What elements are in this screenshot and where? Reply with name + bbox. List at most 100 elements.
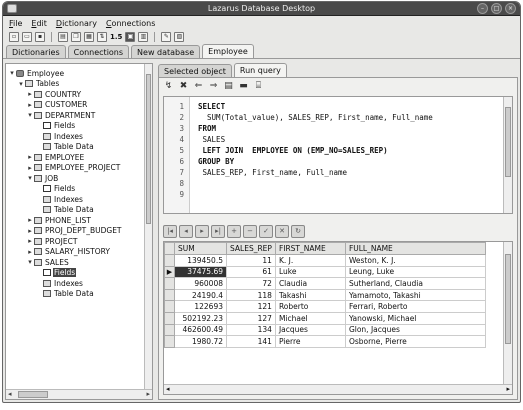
tab-run-query[interactable]: Run query bbox=[233, 63, 287, 77]
table-cell[interactable]: 72 bbox=[226, 277, 276, 290]
cancel-edit-icon[interactable]: ✕ bbox=[275, 224, 289, 238]
table-row[interactable]: 139450.5 11 K. J. Weston, K. J. bbox=[164, 254, 486, 267]
table-cell[interactable]: Luke bbox=[274, 265, 346, 279]
object-tree[interactable]: ▾ Employee ▾ Tables ▸ COUNTRY ▸ CUSTOMER ▾ DEPART… bbox=[6, 64, 144, 389]
editor-vertical-scrollbar[interactable] bbox=[503, 97, 512, 213]
tree-horizontal-scrollbar[interactable]: ◂ ▸ bbox=[6, 389, 152, 399]
table-cell[interactable]: 61 bbox=[226, 265, 276, 279]
tree-node[interactable]: ▸ PROJ_DEPT_BUDGET bbox=[6, 226, 144, 237]
code-line[interactable]: 2 SUM(Total_value), SALES_REP, First_nam… bbox=[164, 112, 502, 123]
column-header[interactable]: SUM bbox=[174, 242, 227, 255]
grid-vertical-scrollbar[interactable] bbox=[503, 242, 512, 384]
table-cell[interactable]: 502192.23 bbox=[174, 311, 227, 325]
expand-icon[interactable]: ▸ bbox=[26, 237, 34, 245]
expand-icon[interactable]: ▸ bbox=[26, 227, 34, 235]
expand-icon[interactable]: ▸ bbox=[26, 153, 34, 161]
tree-node[interactable]: ▸ EMPLOYEE_PROJECT bbox=[6, 163, 144, 174]
editor-result-splitter[interactable] bbox=[163, 218, 513, 221]
title-bar[interactable]: Lazarus Database Desktop – □ × bbox=[3, 2, 520, 16]
expand-icon[interactable]: ▸ bbox=[26, 248, 34, 256]
row-indicator[interactable] bbox=[164, 288, 175, 302]
post-record-icon[interactable]: ✓ bbox=[259, 224, 273, 238]
menu-edit[interactable]: Edit bbox=[31, 19, 47, 28]
table-cell[interactable]: Yanowski, Michael bbox=[344, 311, 486, 325]
scrollbar-thumb[interactable] bbox=[505, 107, 511, 177]
table-row[interactable]: 502192.23 127 Michael Yanowski, Michael bbox=[164, 311, 486, 325]
code-snippet-icon[interactable]: ⌸ bbox=[253, 81, 264, 91]
table-cell[interactable]: Roberto bbox=[274, 300, 346, 313]
row-indicator[interactable] bbox=[164, 277, 175, 290]
table-cell[interactable]: Jacques bbox=[274, 323, 346, 337]
table-cell[interactable]: 37475.69 bbox=[174, 265, 227, 279]
next-query-icon[interactable]: ⇒ bbox=[208, 81, 219, 91]
tree-node[interactable]: Indexes bbox=[6, 278, 144, 289]
tree-node[interactable]: ▸ PROJECT bbox=[6, 236, 144, 247]
version-1-5-button[interactable]: 1.5 bbox=[110, 33, 122, 41]
collapse-icon[interactable]: ▾ bbox=[26, 111, 34, 119]
table-row[interactable]: 1980.72 141 Pierre Osborne, Pierre bbox=[164, 335, 486, 348]
scrollbar-thumb[interactable] bbox=[505, 254, 511, 344]
tab-connections[interactable]: Connections bbox=[67, 45, 130, 58]
tree-node[interactable]: ▸ CUSTOMER bbox=[6, 100, 144, 111]
table-cell[interactable]: Pierre bbox=[274, 335, 346, 348]
refresh-icon[interactable]: ↻ bbox=[291, 224, 305, 238]
code-line[interactable]: 3 FROM bbox=[164, 123, 502, 134]
tab-selected-object[interactable]: Selected object bbox=[158, 64, 232, 77]
close-icon[interactable]: × bbox=[505, 3, 516, 14]
scrollbar-thumb[interactable] bbox=[18, 391, 48, 398]
column-header[interactable]: SALES_REP bbox=[226, 242, 276, 255]
expand-icon[interactable]: ▸ bbox=[26, 101, 34, 109]
row-indicator[interactable] bbox=[164, 323, 175, 337]
scroll-right-icon[interactable]: ▸ bbox=[506, 385, 510, 393]
tree-node[interactable]: Indexes bbox=[6, 194, 144, 205]
tree-node[interactable]: Table Data bbox=[6, 205, 144, 216]
table-cell[interactable]: 1980.72 bbox=[174, 335, 227, 348]
tab-dictionaries[interactable]: Dictionaries bbox=[6, 45, 66, 58]
sql-code[interactable]: 1 SELECT 2 SUM(Total_value), SALES_REP, Fi… bbox=[164, 101, 502, 200]
result-table[interactable]: SUM SALES_REP FIRST_NAME FULL_NAME 139450.5 1… bbox=[164, 242, 486, 348]
wizard-icon[interactable]: ✎ bbox=[161, 32, 172, 42]
save-icon[interactable]: ▪ bbox=[35, 32, 45, 42]
collapse-icon[interactable]: ▾ bbox=[17, 80, 25, 88]
new-icon[interactable]: ▫ bbox=[9, 32, 19, 42]
menu-dictionary[interactable]: Dictionary bbox=[56, 19, 97, 28]
table-cell[interactable]: 141 bbox=[226, 335, 276, 348]
code-line[interactable]: 8 bbox=[164, 178, 502, 189]
table-cell[interactable]: 24190.4 bbox=[174, 288, 227, 302]
table-cell[interactable]: 127 bbox=[226, 311, 276, 325]
row-indicator[interactable] bbox=[164, 254, 175, 267]
tree-node[interactable]: Table Data bbox=[6, 289, 144, 300]
open-icon[interactable]: ▭ bbox=[22, 32, 32, 42]
expand-icon[interactable]: ▸ bbox=[26, 90, 34, 98]
export-results-icon[interactable]: ▤ bbox=[223, 81, 234, 91]
column-header[interactable]: FIRST_NAME bbox=[274, 242, 346, 255]
previous-query-icon[interactable]: ⇐ bbox=[193, 81, 204, 91]
cancel-icon[interactable]: ✖ bbox=[178, 81, 189, 91]
table-cell[interactable]: 462600.49 bbox=[174, 323, 227, 337]
delete-record-icon[interactable]: − bbox=[243, 224, 257, 238]
table-cell[interactable]: Takashi bbox=[274, 288, 346, 302]
scrollbar-thumb[interactable] bbox=[146, 74, 151, 224]
convert-icon[interactable]: ⇅ bbox=[97, 32, 107, 42]
export-icon[interactable]: ▥ bbox=[138, 32, 149, 42]
insert-record-icon[interactable]: + bbox=[227, 224, 241, 238]
code-line[interactable]: 6 GROUP BY bbox=[164, 156, 502, 167]
result-grid[interactable]: SUM SALES_REP FIRST_NAME FULL_NAME 139450.5 1… bbox=[163, 241, 513, 395]
database-icon[interactable]: ▣ bbox=[125, 32, 136, 42]
prior-record-icon[interactable]: ◂ bbox=[179, 224, 193, 238]
last-record-icon[interactable]: ▸| bbox=[211, 224, 225, 238]
expand-icon[interactable]: ▸ bbox=[26, 164, 34, 172]
menu-connections[interactable]: Connections bbox=[106, 19, 155, 28]
table-icon[interactable]: ▦ bbox=[84, 32, 94, 42]
tree-node[interactable]: ▸ SALARY_HISTORY bbox=[6, 247, 144, 258]
table-row[interactable]: 24190.4 118 Takashi Yamamoto, Takashi bbox=[164, 288, 486, 302]
tree-node[interactable]: ▸ EMPLOYEE bbox=[6, 152, 144, 163]
scroll-left-icon[interactable]: ◂ bbox=[8, 390, 12, 399]
grid-horizontal-scrollbar[interactable]: ◂ ▸ bbox=[164, 384, 512, 394]
table-cell[interactable]: 122693 bbox=[174, 300, 227, 313]
collapse-icon[interactable]: ▾ bbox=[8, 69, 16, 77]
dictionary-icon[interactable]: ▤ bbox=[58, 32, 68, 42]
row-indicator[interactable] bbox=[164, 300, 175, 313]
table-cell[interactable]: Claudia bbox=[274, 277, 346, 290]
next-record-icon[interactable]: ▸ bbox=[195, 224, 209, 238]
